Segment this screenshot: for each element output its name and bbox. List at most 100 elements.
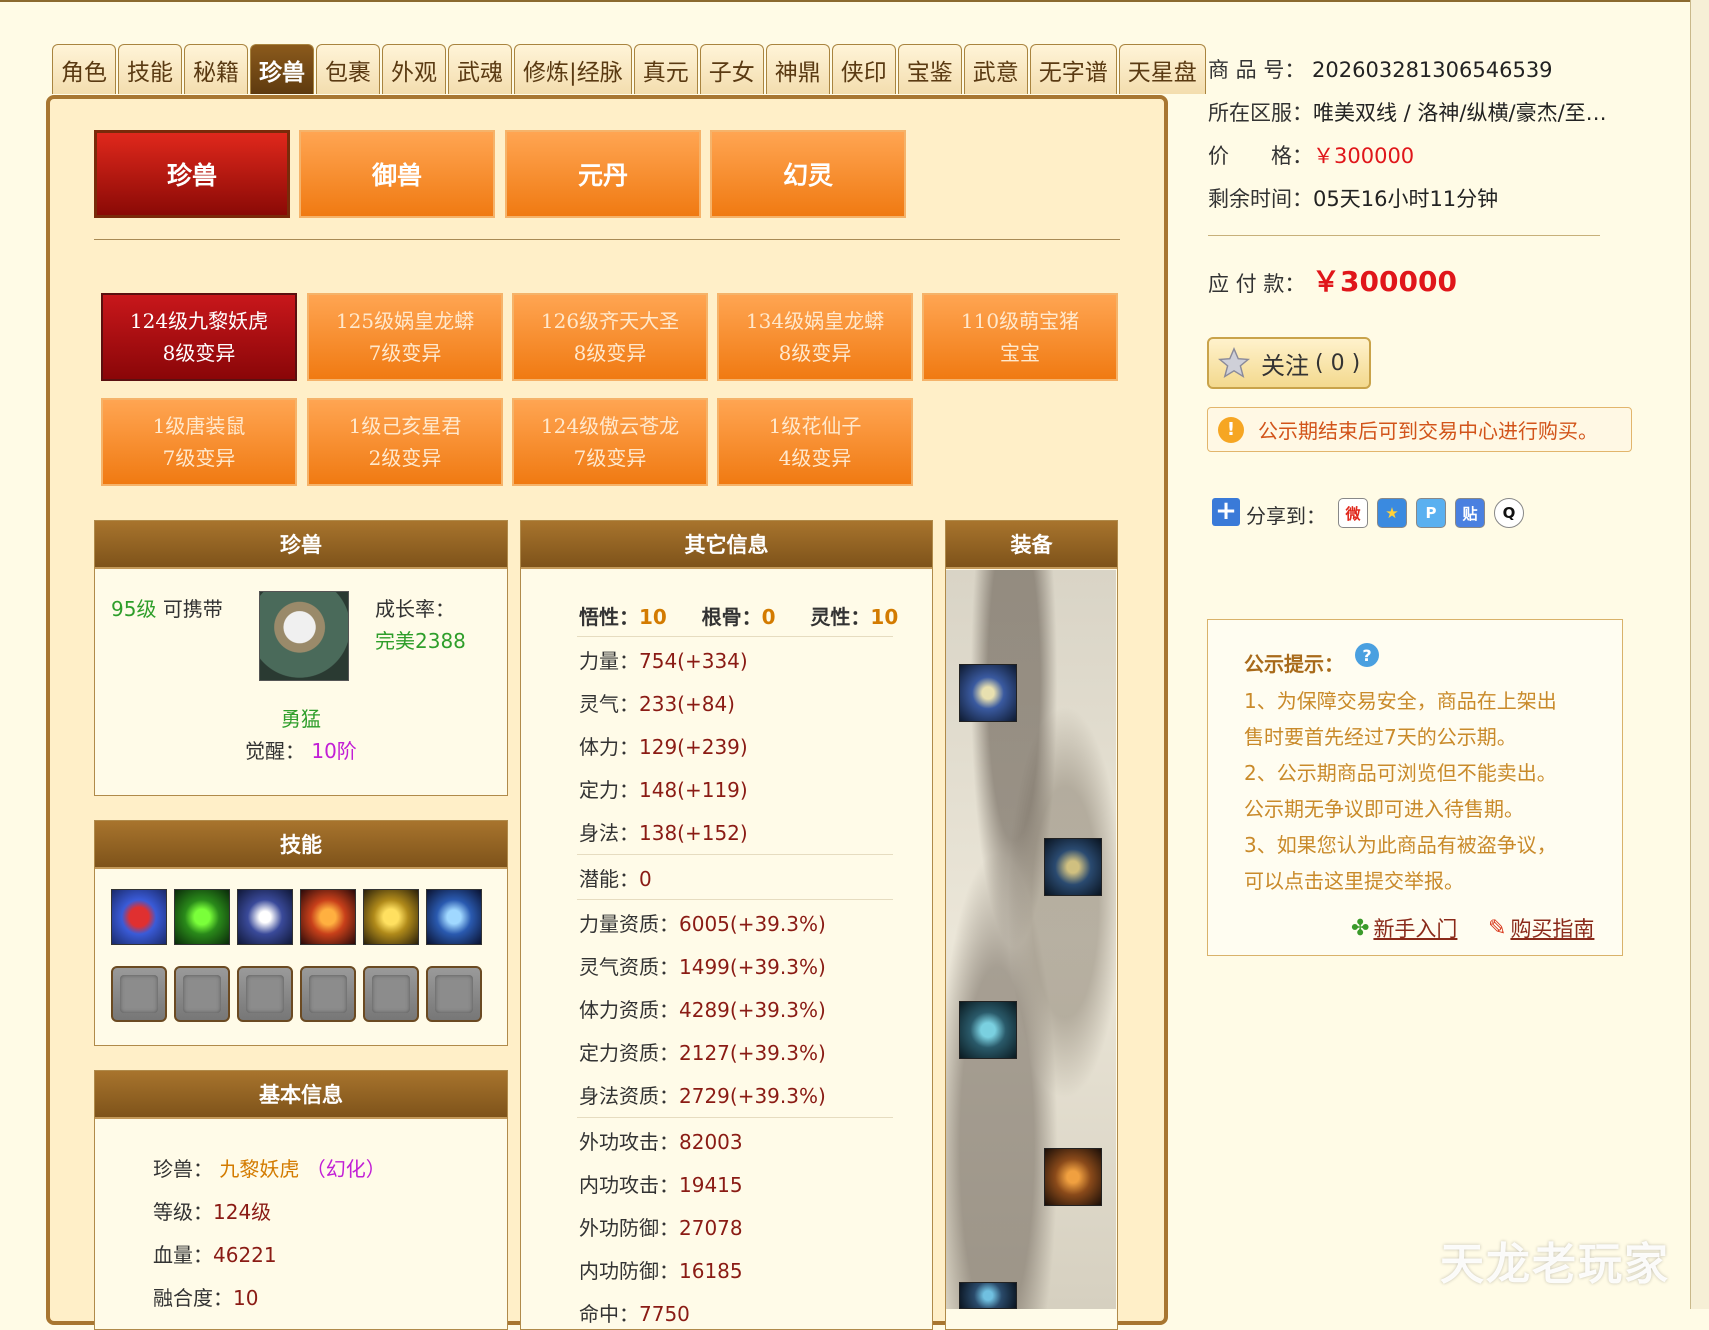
pet-button[interactable]: 125级娲皇龙蟒 7级变异 <box>307 293 503 381</box>
tieba-icon[interactable]: 贴 <box>1455 498 1485 528</box>
help-icon[interactable]: ? <box>1355 643 1379 667</box>
price-value: ￥300000 <box>1313 144 1415 168</box>
skill-slot-empty[interactable] <box>111 966 167 1022</box>
tab-secrets[interactable]: 秘籍 <box>184 44 248 94</box>
price-line: 价 格：￥300000 <box>1208 140 1414 170</box>
basic-info-box: 基本信息 珍兽： 九黎妖虎 （幻化） 等级：124级 血量：46221 融合度：… <box>94 1070 508 1330</box>
tab-cultivation[interactable]: 修炼|经脉 <box>514 44 632 94</box>
pet-button[interactable]: 126级齐天大圣 8级变异 <box>512 293 708 381</box>
qq-icon[interactable]: Q <box>1494 498 1524 528</box>
pet-carry-level: 95级 <box>111 597 157 621</box>
equip-glove-icon[interactable] <box>1044 838 1102 896</box>
pet-button[interactable]: 124级傲云苍龙 7级变异 <box>512 398 708 486</box>
pet-button[interactable]: 134级娲皇龙蟒 8级变异 <box>717 293 913 381</box>
stat-value: 2127(+39.3%) <box>679 1041 826 1065</box>
gengu-value: 0 <box>761 605 776 629</box>
follow-button[interactable]: 关注 ( 0 ) <box>1207 337 1371 389</box>
pet-button-name: 124级傲云苍龙 <box>540 414 680 438</box>
tab-children[interactable]: 子女 <box>699 44 764 94</box>
server-label: 所在区服： <box>1208 101 1313 125</box>
skill-icon-6[interactable] <box>426 889 482 945</box>
qzone-icon[interactable]: ★ <box>1377 498 1407 528</box>
basic-fusion-label: 融合度： <box>153 1286 233 1310</box>
tab-zhenyuan[interactable]: 真元 <box>633 44 698 94</box>
scrollbar-track[interactable] <box>1690 0 1709 1309</box>
equip-helmet-icon[interactable] <box>959 664 1017 722</box>
equip-ring-icon[interactable] <box>1044 1148 1102 1206</box>
tip-line: 3、如果您认为此商品有被盗争议， <box>1244 833 1557 857</box>
stat-value: 138(+152) <box>639 821 748 845</box>
tab-xiayin[interactable]: 侠印 <box>831 44 896 94</box>
basic-hp-line: 血量：46221 <box>153 1239 277 1268</box>
equipment-title: 装备 <box>946 521 1117 569</box>
stat-value: 0 <box>639 867 652 891</box>
product-id-value: 202603281306546539 <box>1312 58 1553 82</box>
subtab-zhenshou[interactable]: 珍兽 <box>94 130 290 218</box>
pet-button[interactable]: 1级己亥星君 2级变异 <box>307 398 503 486</box>
stat-value: 82003 <box>679 1130 743 1154</box>
tab-wuyi[interactable]: 武意 <box>963 44 1028 94</box>
pet-button[interactable]: 1级花仙子 4级变异 <box>717 398 913 486</box>
pet-button-variant: 7级变异 <box>162 446 236 470</box>
pet-button-variant: 8级变异 <box>162 341 236 365</box>
awaken-label: 觉醒： <box>245 739 305 763</box>
pet-button[interactable]: 1级唐装鼠 7级变异 <box>101 398 297 486</box>
skill-slot-empty[interactable] <box>363 966 419 1022</box>
tab-skills[interactable]: 技能 <box>118 44 182 94</box>
tab-shending[interactable]: 神鼎 <box>765 44 830 94</box>
lingxing-label: 灵性： <box>810 605 871 629</box>
tab-wuhun[interactable]: 武魂 <box>448 44 512 94</box>
notice-text: 公示期结束后可到交易中心进行购买。 <box>1258 419 1598 443</box>
subtab-yuandan[interactable]: 元丹 <box>505 130 701 218</box>
tab-wuzipu[interactable]: 无字谱 <box>1029 44 1117 94</box>
guide-link[interactable]: 购买指南 <box>1510 913 1594 943</box>
stat-label: 身法资质： <box>579 1084 679 1108</box>
basic-pet-label: 珍兽： <box>153 1157 213 1181</box>
skill-slot-empty[interactable] <box>426 966 482 1022</box>
stat-row: 外功攻击：82003 <box>579 1126 743 1155</box>
tab-bag[interactable]: 包裹 <box>316 44 380 94</box>
stat-value: 148(+119) <box>639 778 748 802</box>
basic-fusion-value: 10 <box>233 1286 259 1310</box>
skill-slot-empty[interactable] <box>300 966 356 1022</box>
subtab-huanling[interactable]: 幻灵 <box>710 130 906 218</box>
tab-appearance[interactable]: 外观 <box>382 44 446 94</box>
equip-necklace-icon[interactable] <box>959 1001 1017 1059</box>
tab-role[interactable]: 角色 <box>52 44 116 94</box>
skill-slot-empty[interactable] <box>237 966 293 1022</box>
pet-button[interactable]: 110级萌宝猪 宝宝 <box>922 293 1118 381</box>
equip-item-icon[interactable] <box>959 1282 1017 1309</box>
subtab-yushou[interactable]: 御兽 <box>299 130 495 218</box>
tab-tianxingpan[interactable]: 天星盘 <box>1118 44 1206 94</box>
stat-row: 定力资质：2127(+39.3%) <box>579 1037 826 1066</box>
pet-button-variant: 7级变异 <box>368 341 442 365</box>
pet-button-variant: 2级变异 <box>368 446 442 470</box>
basic-level-value: 124级 <box>213 1200 272 1224</box>
pet-button-variant: 4级变异 <box>778 446 852 470</box>
basic-pet-line: 珍兽： 九黎妖虎 （幻化） <box>153 1153 386 1182</box>
stat-label: 外功攻击： <box>579 1130 679 1154</box>
skill-icon-3[interactable] <box>237 889 293 945</box>
skill-slot-empty[interactable] <box>174 966 230 1022</box>
stat-row: 身法资质：2729(+39.3%) <box>579 1080 826 1109</box>
skill-icon-2[interactable] <box>174 889 230 945</box>
divider <box>94 239 1120 240</box>
skills-box-title: 技能 <box>95 821 507 869</box>
pengyou-icon[interactable]: P <box>1416 498 1446 528</box>
stat-divider <box>577 1117 893 1118</box>
share-plus-icon[interactable]: + <box>1212 498 1240 526</box>
basic-level-label: 等级： <box>153 1200 213 1224</box>
pet-button[interactable]: 124级九黎妖虎 8级变异 <box>101 293 297 381</box>
skill-icon-5[interactable] <box>363 889 419 945</box>
tip-line: 公示期无争议即可进入待售期。 <box>1244 797 1524 821</box>
newbie-link[interactable]: 新手入门 <box>1373 913 1457 943</box>
stat-label: 灵气资质： <box>579 955 679 979</box>
skill-icon-1[interactable] <box>111 889 167 945</box>
tab-baojian[interactable]: 宝鉴 <box>897 44 962 94</box>
weibo-icon[interactable]: 微 <box>1338 498 1368 528</box>
skill-icon-4[interactable] <box>300 889 356 945</box>
pet-button-variant: 8级变异 <box>573 341 647 365</box>
tab-pets[interactable]: 珍兽 <box>250 44 314 94</box>
pet-button-name: 1级己亥星君 <box>348 414 462 438</box>
stat-row: 命中：7750 <box>579 1298 690 1327</box>
